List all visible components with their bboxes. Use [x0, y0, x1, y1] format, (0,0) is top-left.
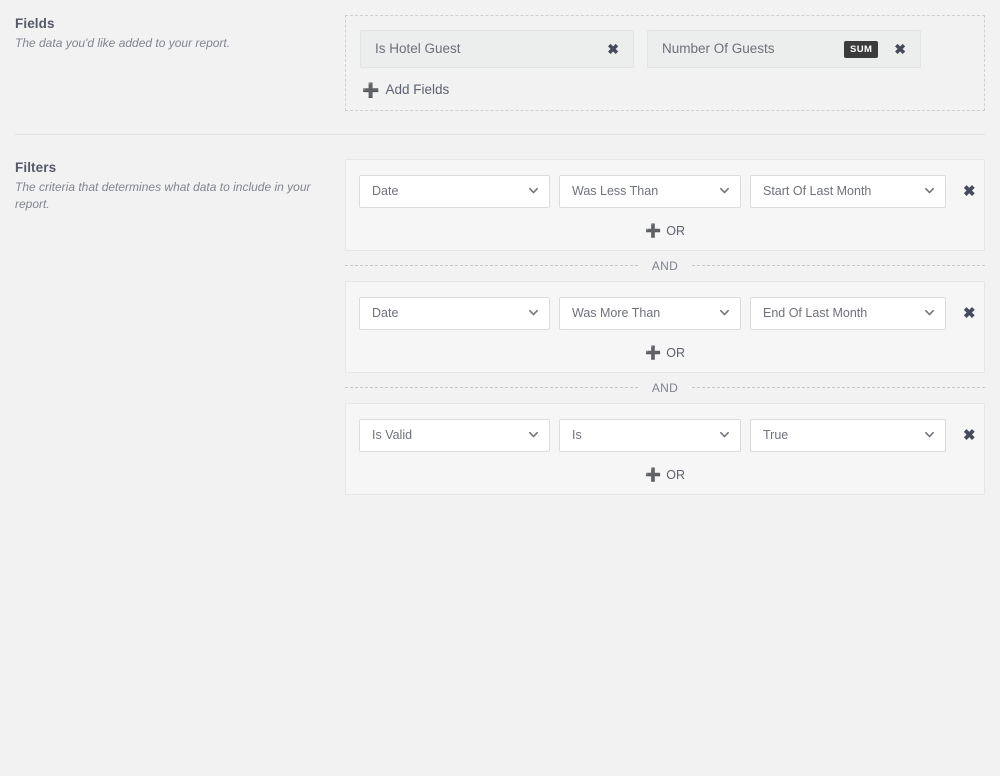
add-fields-button[interactable]: ➕ Add Fields — [362, 82, 449, 97]
and-label: AND — [651, 258, 679, 273]
filter-group: Date Was Less Than Start Of Last Month ✖… — [345, 158, 985, 251]
add-or-row: ➕ OR — [346, 468, 984, 482]
plus-icon: ➕ — [645, 345, 662, 360]
close-icon[interactable]: ✖ — [892, 40, 908, 58]
filter-value-select[interactable]: Start Of Last Month — [750, 174, 946, 208]
filters-heading: Filters — [15, 159, 57, 175]
filters-section: Filters The criteria that determines wha… — [0, 135, 1000, 495]
add-or-label: OR — [666, 345, 685, 360]
add-or-label: OR — [666, 467, 685, 482]
add-or-row: ➕ OR — [346, 346, 984, 360]
filter-field-value: Date — [372, 306, 399, 320]
filter-operator-select[interactable]: Was More Than — [559, 296, 741, 330]
close-icon[interactable]: ✖ — [605, 40, 621, 58]
field-chip[interactable]: Number Of Guests SUM ✖ — [647, 30, 921, 68]
filter-value-value: Start Of Last Month — [763, 184, 872, 198]
add-or-button[interactable]: ➕ OR — [645, 346, 685, 360]
filter-row: Date Was Less Than Start Of Last Month ✖ — [346, 174, 984, 208]
field-chip-label: Is Hotel Guest — [375, 41, 461, 56]
filter-operator-select[interactable]: Was Less Than — [559, 174, 741, 208]
filter-group: Date Was More Than End Of Last Month ✖ ➕… — [345, 280, 985, 373]
plus-icon: ➕ — [645, 467, 662, 482]
filter-operator-value: Is — [572, 428, 582, 442]
aggregate-badge[interactable]: SUM — [843, 40, 879, 58]
filter-field-value: Date — [372, 184, 399, 198]
filter-value-select[interactable]: True — [750, 418, 946, 452]
report-builder-page: Fields The data you'd like added to your… — [0, 0, 1000, 776]
add-fields-label: Add Fields — [385, 82, 450, 97]
filter-field-select[interactable]: Date — [359, 174, 550, 208]
field-chip[interactable]: Is Hotel Guest ✖ — [360, 30, 634, 68]
filter-value-select[interactable]: End Of Last Month — [750, 296, 946, 330]
filter-field-value: Is Valid — [372, 428, 413, 442]
filter-operator-select[interactable]: Is — [559, 418, 741, 452]
close-icon[interactable]: ✖ — [963, 184, 976, 199]
fields-body: Is Hotel Guest ✖ Number Of Guests SUM ✖ … — [345, 15, 985, 111]
fields-section: Fields The data you'd like added to your… — [0, 0, 1000, 111]
fields-description: The data you'd like added to your report… — [15, 36, 231, 50]
filter-value-value: End Of Last Month — [763, 306, 868, 320]
fields-heading: Fields — [15, 16, 55, 31]
filter-group: Is Valid Is True ✖ ➕ OR — [345, 402, 985, 495]
add-or-button[interactable]: ➕ OR — [645, 224, 685, 238]
add-or-row: ➕ OR — [346, 224, 984, 238]
filter-row: Date Was More Than End Of Last Month ✖ — [346, 296, 984, 330]
fields-label-column: Fields The data you'd like added to your… — [15, 15, 345, 52]
and-line-left — [345, 387, 638, 388]
and-line-right — [692, 387, 985, 388]
filter-field-select[interactable]: Date — [359, 296, 550, 330]
and-separator: AND — [345, 251, 985, 281]
plus-icon: ➕ — [645, 223, 662, 238]
filter-operator-value: Was Less Than — [572, 184, 659, 198]
field-chip-label: Number Of Guests — [662, 41, 775, 56]
filters-label-column: Filters The criteria that determines wha… — [15, 159, 345, 213]
and-line-right — [692, 265, 985, 266]
field-chip-list: Is Hotel Guest ✖ Number Of Guests SUM ✖ — [360, 30, 970, 68]
plus-icon: ➕ — [362, 81, 380, 98]
close-icon[interactable]: ✖ — [963, 306, 976, 321]
filters-description: The criteria that determines what data t… — [15, 179, 311, 211]
filters-body: Date Was Less Than Start Of Last Month ✖… — [345, 158, 985, 495]
filter-value-value: True — [763, 428, 789, 442]
filter-row: Is Valid Is True ✖ — [346, 418, 984, 452]
add-or-button[interactable]: ➕ OR — [645, 468, 685, 482]
filter-operator-value: Was More Than — [572, 306, 661, 320]
and-label: AND — [651, 380, 679, 395]
add-or-label: OR — [666, 223, 685, 238]
and-line-left — [345, 265, 638, 266]
fields-dropzone[interactable]: Is Hotel Guest ✖ Number Of Guests SUM ✖ … — [345, 15, 985, 111]
close-icon[interactable]: ✖ — [963, 428, 976, 443]
and-separator: AND — [345, 373, 985, 403]
filter-field-select[interactable]: Is Valid — [359, 418, 550, 452]
